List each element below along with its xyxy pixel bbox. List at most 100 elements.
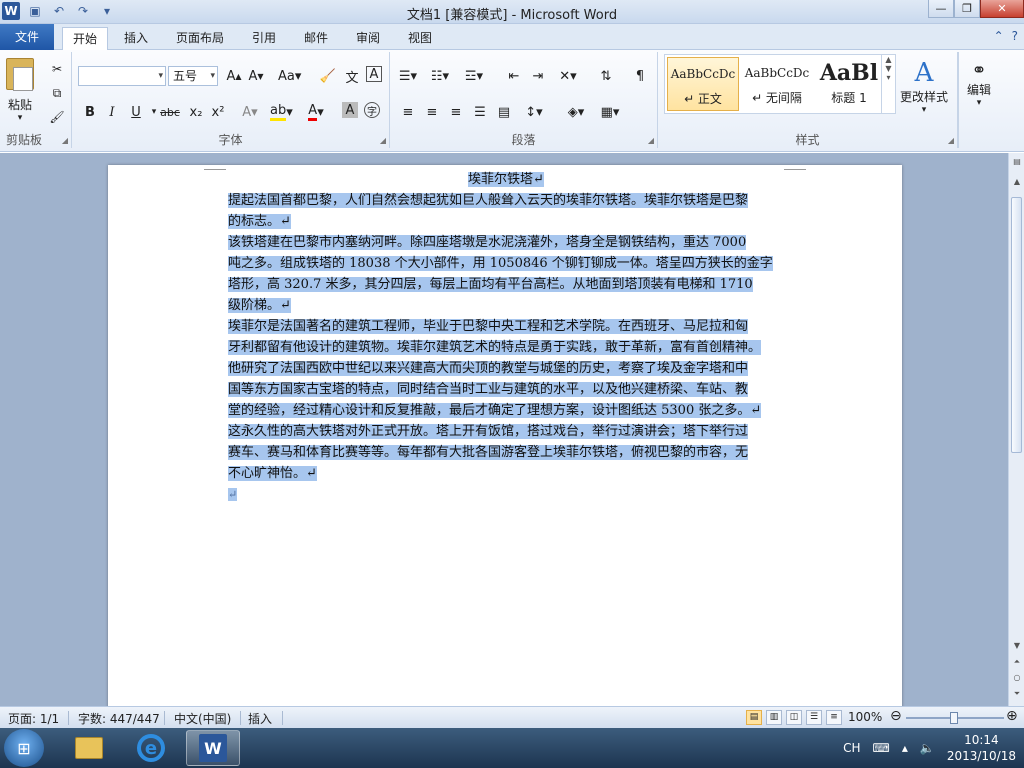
explorer-taskbar-button[interactable] [62, 730, 116, 766]
shrink-font-icon[interactable]: A ▼ [246, 66, 266, 86]
scroll-up-icon[interactable]: ▲ [1009, 177, 1024, 191]
enclose-characters-icon[interactable]: 字 [364, 102, 380, 118]
tab-page-layout[interactable]: 页面布局 [166, 27, 234, 50]
bullets-icon[interactable]: ☰▾ [398, 66, 418, 86]
outline-view-icon[interactable]: ☰ [806, 710, 822, 725]
paragraph-dialog-launcher-icon[interactable]: ◢ [648, 136, 654, 145]
style-no-spacing-name: ↵ 无间隔 [752, 91, 802, 105]
line-spacing-icon[interactable]: ↕▾ [524, 102, 544, 122]
web-layout-icon[interactable]: ◫ [786, 710, 802, 725]
vertical-scrollbar[interactable]: ▤ ▲ ▼ ⏶ ○ ⏷ [1008, 153, 1024, 706]
status-language[interactable]: 中文(中国) [174, 710, 231, 727]
align-right-icon[interactable]: ≡ [446, 102, 466, 122]
numbering-icon[interactable]: ☷▾ [430, 66, 450, 86]
zoom-level[interactable]: 100% [848, 710, 882, 724]
scroll-down-icon[interactable]: ▼ [1009, 641, 1024, 655]
style-heading-1[interactable]: AaBl 标题 1 [813, 57, 885, 111]
paste-button[interactable]: 粘贴 ▾ [6, 58, 34, 123]
keyboard-icon[interactable]: ⌨ [873, 741, 890, 755]
font-dialog-launcher-icon[interactable]: ◢ [380, 136, 386, 145]
decrease-indent-icon[interactable]: ⇤ [504, 66, 524, 86]
tab-home[interactable]: 开始 [62, 27, 109, 50]
distributed-icon[interactable]: ▤ [494, 102, 514, 122]
borders-icon[interactable]: ▦▾ [600, 102, 620, 122]
tab-review[interactable]: 审阅 [346, 27, 390, 50]
shading-icon[interactable]: ◈▾ [566, 102, 586, 122]
next-page-icon[interactable]: ⏷ [1009, 689, 1024, 703]
print-layout-view-icon[interactable]: ▤ [746, 710, 762, 725]
document-body[interactable]: 埃菲尔铁塔↵ 提起法国首都巴黎，人们自然会想起犹如巨人般耸入云天的埃菲尔铁塔。埃… [228, 169, 784, 505]
ruler-toggle-icon[interactable]: ▤ [1009, 157, 1024, 171]
styles-group-label: 样式 [795, 133, 820, 147]
scroll-thumb[interactable] [1011, 197, 1022, 453]
multilevel-list-icon[interactable]: ☲▾ [464, 66, 484, 86]
style-no-spacing[interactable]: AaBbCcDc ↵ 无间隔 [741, 57, 813, 111]
tab-references[interactable]: 引用 [242, 27, 286, 50]
select-browse-object-icon[interactable]: ○ [1009, 673, 1024, 687]
superscript-button[interactable]: x² [208, 102, 228, 122]
underline-button[interactable]: U [126, 102, 146, 122]
strikethrough-button[interactable]: abc [160, 102, 180, 122]
tab-mailings[interactable]: 邮件 [294, 27, 338, 50]
draft-view-icon[interactable]: ≡ [826, 710, 842, 725]
minimize-ribbon-icon[interactable]: ⌃ [994, 29, 1004, 43]
change-case-icon[interactable]: Aa▾ [278, 66, 301, 86]
increase-indent-icon[interactable]: ⇥ [528, 66, 548, 86]
status-word-count[interactable]: 字数: 447/447 [78, 710, 160, 727]
dialog-launcher-icon[interactable]: ◢ [62, 136, 68, 145]
styles-scroll[interactable]: ▲ ▼ ▾ [881, 55, 895, 113]
editing-button[interactable]: ⚭ 编辑 ▾ [967, 60, 991, 108]
doc-line-text: 吨之多。组成铁塔的 18038 个大小部件，用 1050846 个铆钉铆成一体。… [228, 256, 773, 271]
character-shading-icon[interactable]: A [342, 102, 358, 118]
input-language[interactable]: CH [843, 741, 860, 755]
sort-icon[interactable]: ⇅ [596, 66, 616, 86]
font-name-combo[interactable]: ▾ [78, 66, 166, 86]
text-effects-icon[interactable]: A▾ [240, 102, 260, 122]
style-normal[interactable]: AaBbCcDc ↵ 正文 [667, 57, 739, 111]
ie-taskbar-button[interactable]: e [124, 730, 178, 766]
italic-button[interactable]: I [102, 102, 122, 122]
change-styles-button[interactable]: A 更改样式 ▾ [900, 58, 948, 115]
font-size-combo[interactable]: 五号 ▾ [168, 66, 218, 86]
volume-icon[interactable]: 🔈 [920, 741, 935, 755]
clear-formatting-icon[interactable]: 🧹 [318, 66, 338, 86]
document-page[interactable]: 埃菲尔铁塔↵ 提起法国首都巴黎，人们自然会想起犹如巨人般耸入云天的埃菲尔铁塔。埃… [108, 165, 902, 725]
show-marks-icon[interactable]: ¶ [630, 66, 650, 86]
doc-line: 国等东方国家古宝塔的特点，同时结合当时工业与建筑的水平，以及他兴建桥梁、车站、教 [228, 379, 784, 400]
close-button[interactable]: ✕ [980, 0, 1024, 18]
zoom-in-icon[interactable]: ⊕ [1006, 708, 1018, 724]
chinese-layout-icon[interactable]: ✕▾ [558, 66, 578, 86]
tab-file[interactable]: 文件 [0, 24, 54, 50]
format-painter-icon[interactable]: 🖌 [48, 108, 66, 126]
highlight-color-icon[interactable]: ab ▾ [270, 102, 293, 122]
tab-view[interactable]: 视图 [398, 27, 442, 50]
grow-font-icon[interactable]: A ▲ [224, 66, 244, 86]
cut-icon[interactable]: ✂ [48, 60, 66, 78]
doc-line: 埃菲尔是法国著名的建筑工程师，毕业于巴黎中央工程和艺术学院。在西班牙、马尼拉和匈 [228, 316, 784, 337]
word-taskbar-button[interactable]: W [186, 730, 240, 766]
minimize-button[interactable]: — [928, 0, 954, 18]
full-screen-reading-icon[interactable]: ▥ [766, 710, 782, 725]
character-border-icon[interactable]: A [366, 66, 382, 82]
copy-icon[interactable]: ⧉ [48, 84, 66, 102]
word-icon: W [199, 734, 227, 762]
zoom-slider-thumb[interactable] [950, 712, 958, 724]
start-button[interactable]: ⊞ [4, 729, 44, 767]
font-color-icon[interactable]: A ▾ [306, 102, 326, 122]
styles-dialog-launcher-icon[interactable]: ◢ [948, 136, 954, 145]
subscript-button[interactable]: x₂ [186, 102, 206, 122]
maximize-button[interactable]: ❐ [954, 0, 980, 18]
phonetic-guide-icon[interactable]: 文 [342, 66, 362, 86]
bold-button[interactable]: B [80, 102, 100, 122]
justify-icon[interactable]: ☰ [470, 102, 490, 122]
clock[interactable]: 10:14 2013/10/18 [947, 732, 1016, 764]
previous-page-icon[interactable]: ⏶ [1009, 657, 1024, 671]
align-left-icon[interactable]: ≡ [398, 102, 418, 122]
show-hidden-icons-icon[interactable]: ▴ [902, 741, 908, 755]
status-insert-mode[interactable]: 插入 [248, 710, 272, 727]
align-center-icon[interactable]: ≡ [422, 102, 442, 122]
zoom-out-icon[interactable]: ⊖ [890, 708, 902, 724]
help-icon[interactable]: ? [1012, 29, 1018, 43]
tab-insert[interactable]: 插入 [114, 27, 158, 50]
status-page[interactable]: 页面: 1/1 [8, 710, 59, 727]
